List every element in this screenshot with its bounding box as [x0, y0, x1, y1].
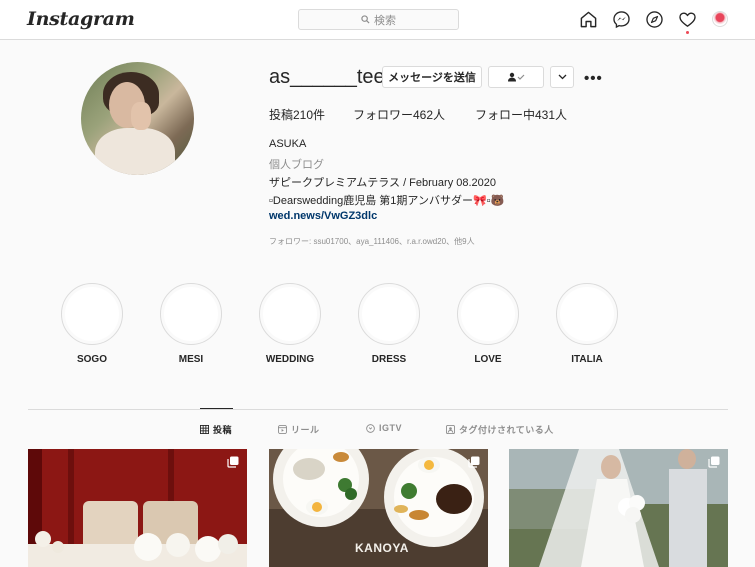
tab-tagged[interactable]: タグ付けされている人: [446, 423, 554, 436]
messenger-icon[interactable]: [612, 10, 631, 29]
suggested-accounts-button[interactable]: [550, 66, 574, 88]
tabs-divider: [28, 409, 728, 410]
post-image-wedding-table: [28, 449, 247, 567]
highlight-label: ITALIA: [571, 354, 603, 365]
avatar-body-shape: [95, 128, 175, 175]
highlight-sogo[interactable]: SOGO: [61, 283, 123, 365]
highlight-love[interactable]: LOVE: [457, 283, 519, 365]
chevron-down-icon: [558, 74, 566, 80]
tab-label: リール: [291, 425, 320, 435]
explore-icon[interactable]: [645, 10, 664, 29]
reels-icon: [278, 425, 287, 434]
top-nav: Instagram 検索: [0, 0, 755, 40]
profile-username: as______tee: [269, 66, 385, 88]
highlight-label: LOVE: [474, 354, 502, 365]
followers-count[interactable]: フォロワー462人: [353, 106, 445, 123]
activity-heart-icon[interactable]: [678, 10, 697, 29]
multi-post-icon: [708, 456, 720, 468]
tab-posts[interactable]: 投稿: [200, 423, 232, 436]
profile-avatar[interactable]: [712, 11, 728, 27]
highlight-label: MESI: [178, 354, 204, 365]
tab-label: IGTV: [379, 423, 403, 433]
tagged-icon: [446, 425, 455, 434]
following-button[interactable]: [488, 66, 544, 88]
bio-line-1: ザピークプレミアムテラス / February 08.2020: [269, 177, 497, 189]
avatar-hand-shape: [131, 102, 151, 130]
highlight-label: DRESS: [371, 354, 407, 365]
post-caption-text: KANOYA: [355, 541, 409, 555]
instagram-logo[interactable]: Instagram: [27, 8, 135, 30]
highlight-label: WEDDING: [265, 354, 315, 365]
profile-category: 個人ブログ: [269, 159, 324, 171]
highlight-cover: [358, 283, 420, 345]
post-thumbnail[interactable]: [509, 449, 728, 567]
active-tab-indicator: [200, 408, 233, 409]
tab-reels[interactable]: リール: [278, 423, 320, 436]
search-placeholder: 検索: [374, 14, 396, 27]
highlight-cover: [457, 283, 519, 345]
highlight-wedding[interactable]: WEDDING: [259, 283, 321, 365]
person-check-icon: [508, 72, 525, 82]
home-icon[interactable]: [579, 10, 598, 29]
options-icon[interactable]: •••: [584, 70, 603, 87]
send-message-button[interactable]: メッセージを送信: [382, 66, 482, 88]
search-input[interactable]: 検索: [298, 9, 459, 30]
tab-igtv[interactable]: IGTV: [366, 423, 402, 433]
tab-label: タグ付けされている人: [459, 425, 554, 435]
tab-label: 投稿: [213, 425, 233, 435]
highlight-cover: [556, 283, 618, 345]
search-icon: [361, 15, 370, 24]
post-thumbnail[interactable]: [28, 449, 247, 567]
profile-full-name: ASUKA: [269, 138, 307, 150]
highlight-mesi[interactable]: MESI: [160, 283, 222, 365]
following-count[interactable]: フォロー中431人: [475, 106, 567, 123]
post-image-wedding-couple: [509, 449, 728, 567]
igtv-icon: [366, 423, 375, 433]
highlight-cover: [61, 283, 123, 345]
multi-post-icon: [227, 456, 239, 468]
highlight-dress[interactable]: DRESS: [358, 283, 420, 365]
highlight-cover: [259, 283, 321, 345]
bio-line-2: ▫︎Dearswedding鹿児島 第1期アンバサダー🎀▫︎🐻: [269, 195, 505, 207]
multi-post-icon: [468, 456, 480, 468]
post-thumbnail[interactable]: KANOYA: [269, 449, 488, 567]
grid-icon: [200, 425, 209, 434]
notification-dot: [686, 31, 689, 34]
highlight-label: SOGO: [76, 354, 107, 365]
bio-website-link[interactable]: wed.news/VwGZ3dlc: [269, 210, 377, 222]
highlight-italia[interactable]: ITALIA: [556, 283, 618, 365]
posts-count: 投稿210件: [269, 108, 326, 122]
highlight-cover: [160, 283, 222, 345]
followed-by-text[interactable]: フォロワー: ssu01700、aya_111406、r.a.r.owd20、他…: [269, 236, 475, 247]
profile-picture[interactable]: [81, 62, 194, 175]
